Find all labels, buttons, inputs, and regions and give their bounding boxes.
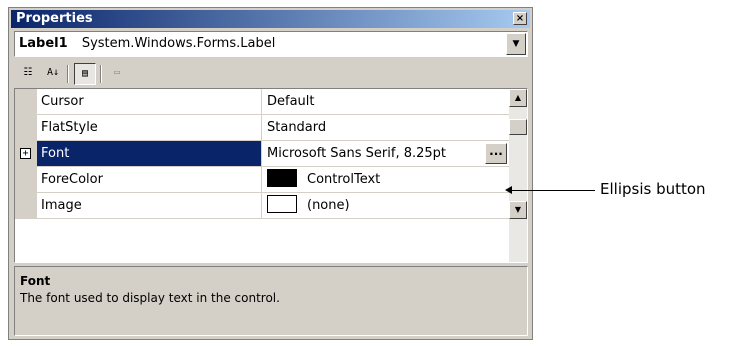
property-value-text: ControlText xyxy=(307,172,381,187)
property-row-font[interactable]: + Font Microsoft Sans Serif, 8.25pt ... xyxy=(15,141,509,167)
object-selector-dropdown-button[interactable]: ▼ xyxy=(506,33,526,55)
property-pages-icon[interactable]: ▭ xyxy=(106,63,128,85)
property-row-image[interactable]: Image (none) xyxy=(15,193,509,219)
scroll-down-button[interactable]: ▼ xyxy=(509,201,527,219)
property-value[interactable]: ControlText xyxy=(263,167,509,192)
categorized-view-icon[interactable]: ☷ xyxy=(17,63,39,85)
image-swatch xyxy=(267,194,297,213)
property-grid: Cursor Default FlatStyle Standard + Font… xyxy=(14,88,528,263)
callout-label: Ellipsis button xyxy=(600,180,706,198)
property-value[interactable]: Microsoft Sans Serif, 8.25pt ... xyxy=(263,141,509,166)
property-value-text: (none) xyxy=(307,198,350,213)
property-value[interactable]: Default xyxy=(263,89,509,114)
property-row-cursor[interactable]: Cursor Default xyxy=(15,89,509,115)
property-name: Cursor xyxy=(37,89,262,114)
property-row-flatstyle[interactable]: FlatStyle Standard xyxy=(15,115,509,141)
property-value[interactable]: (none) xyxy=(263,193,509,218)
property-name: Image xyxy=(37,193,262,218)
scroll-up-button[interactable]: ▲ xyxy=(509,89,527,107)
callout-line xyxy=(511,190,595,191)
ellipsis-button[interactable]: ... xyxy=(485,143,507,164)
property-name: ForeColor xyxy=(37,167,262,192)
expand-icon[interactable]: + xyxy=(20,148,31,159)
property-value-text: Microsoft Sans Serif, 8.25pt xyxy=(267,146,446,161)
property-value[interactable]: Standard xyxy=(263,115,509,140)
properties-window: Properties × Label1 System.Windows.Forms… xyxy=(8,7,533,340)
vertical-scrollbar[interactable]: ▲ ▼ xyxy=(509,89,527,262)
toolbar: ☷ A↓ ▤ ▭ xyxy=(14,62,528,86)
color-swatch xyxy=(267,168,297,187)
row-gutter: + xyxy=(15,141,37,167)
title-bar[interactable]: Properties × xyxy=(11,10,530,28)
property-name: Font xyxy=(37,141,262,166)
property-name: FlatStyle xyxy=(37,115,262,140)
row-gutter xyxy=(15,89,37,115)
description-text: The font used to display text in the con… xyxy=(20,291,280,305)
alphabetical-sort-icon[interactable]: A↓ xyxy=(42,63,64,85)
close-button[interactable]: × xyxy=(513,12,527,25)
object-selector[interactable]: Label1 System.Windows.Forms.Label ▼ xyxy=(14,31,528,57)
toolbar-separator xyxy=(100,65,102,83)
object-name: Label1 xyxy=(19,36,68,51)
row-gutter xyxy=(15,167,37,193)
toolbar-separator xyxy=(67,65,69,83)
window-title: Properties xyxy=(16,11,93,26)
description-title: Font xyxy=(20,274,51,288)
properties-view-icon[interactable]: ▤ xyxy=(74,63,96,85)
scroll-thumb[interactable] xyxy=(509,119,527,135)
object-type: System.Windows.Forms.Label xyxy=(81,36,276,51)
row-gutter xyxy=(15,193,37,219)
property-row-forecolor[interactable]: ForeColor ControlText xyxy=(15,167,509,193)
row-gutter xyxy=(15,115,37,141)
description-pane: Font The font used to display text in th… xyxy=(14,266,528,336)
